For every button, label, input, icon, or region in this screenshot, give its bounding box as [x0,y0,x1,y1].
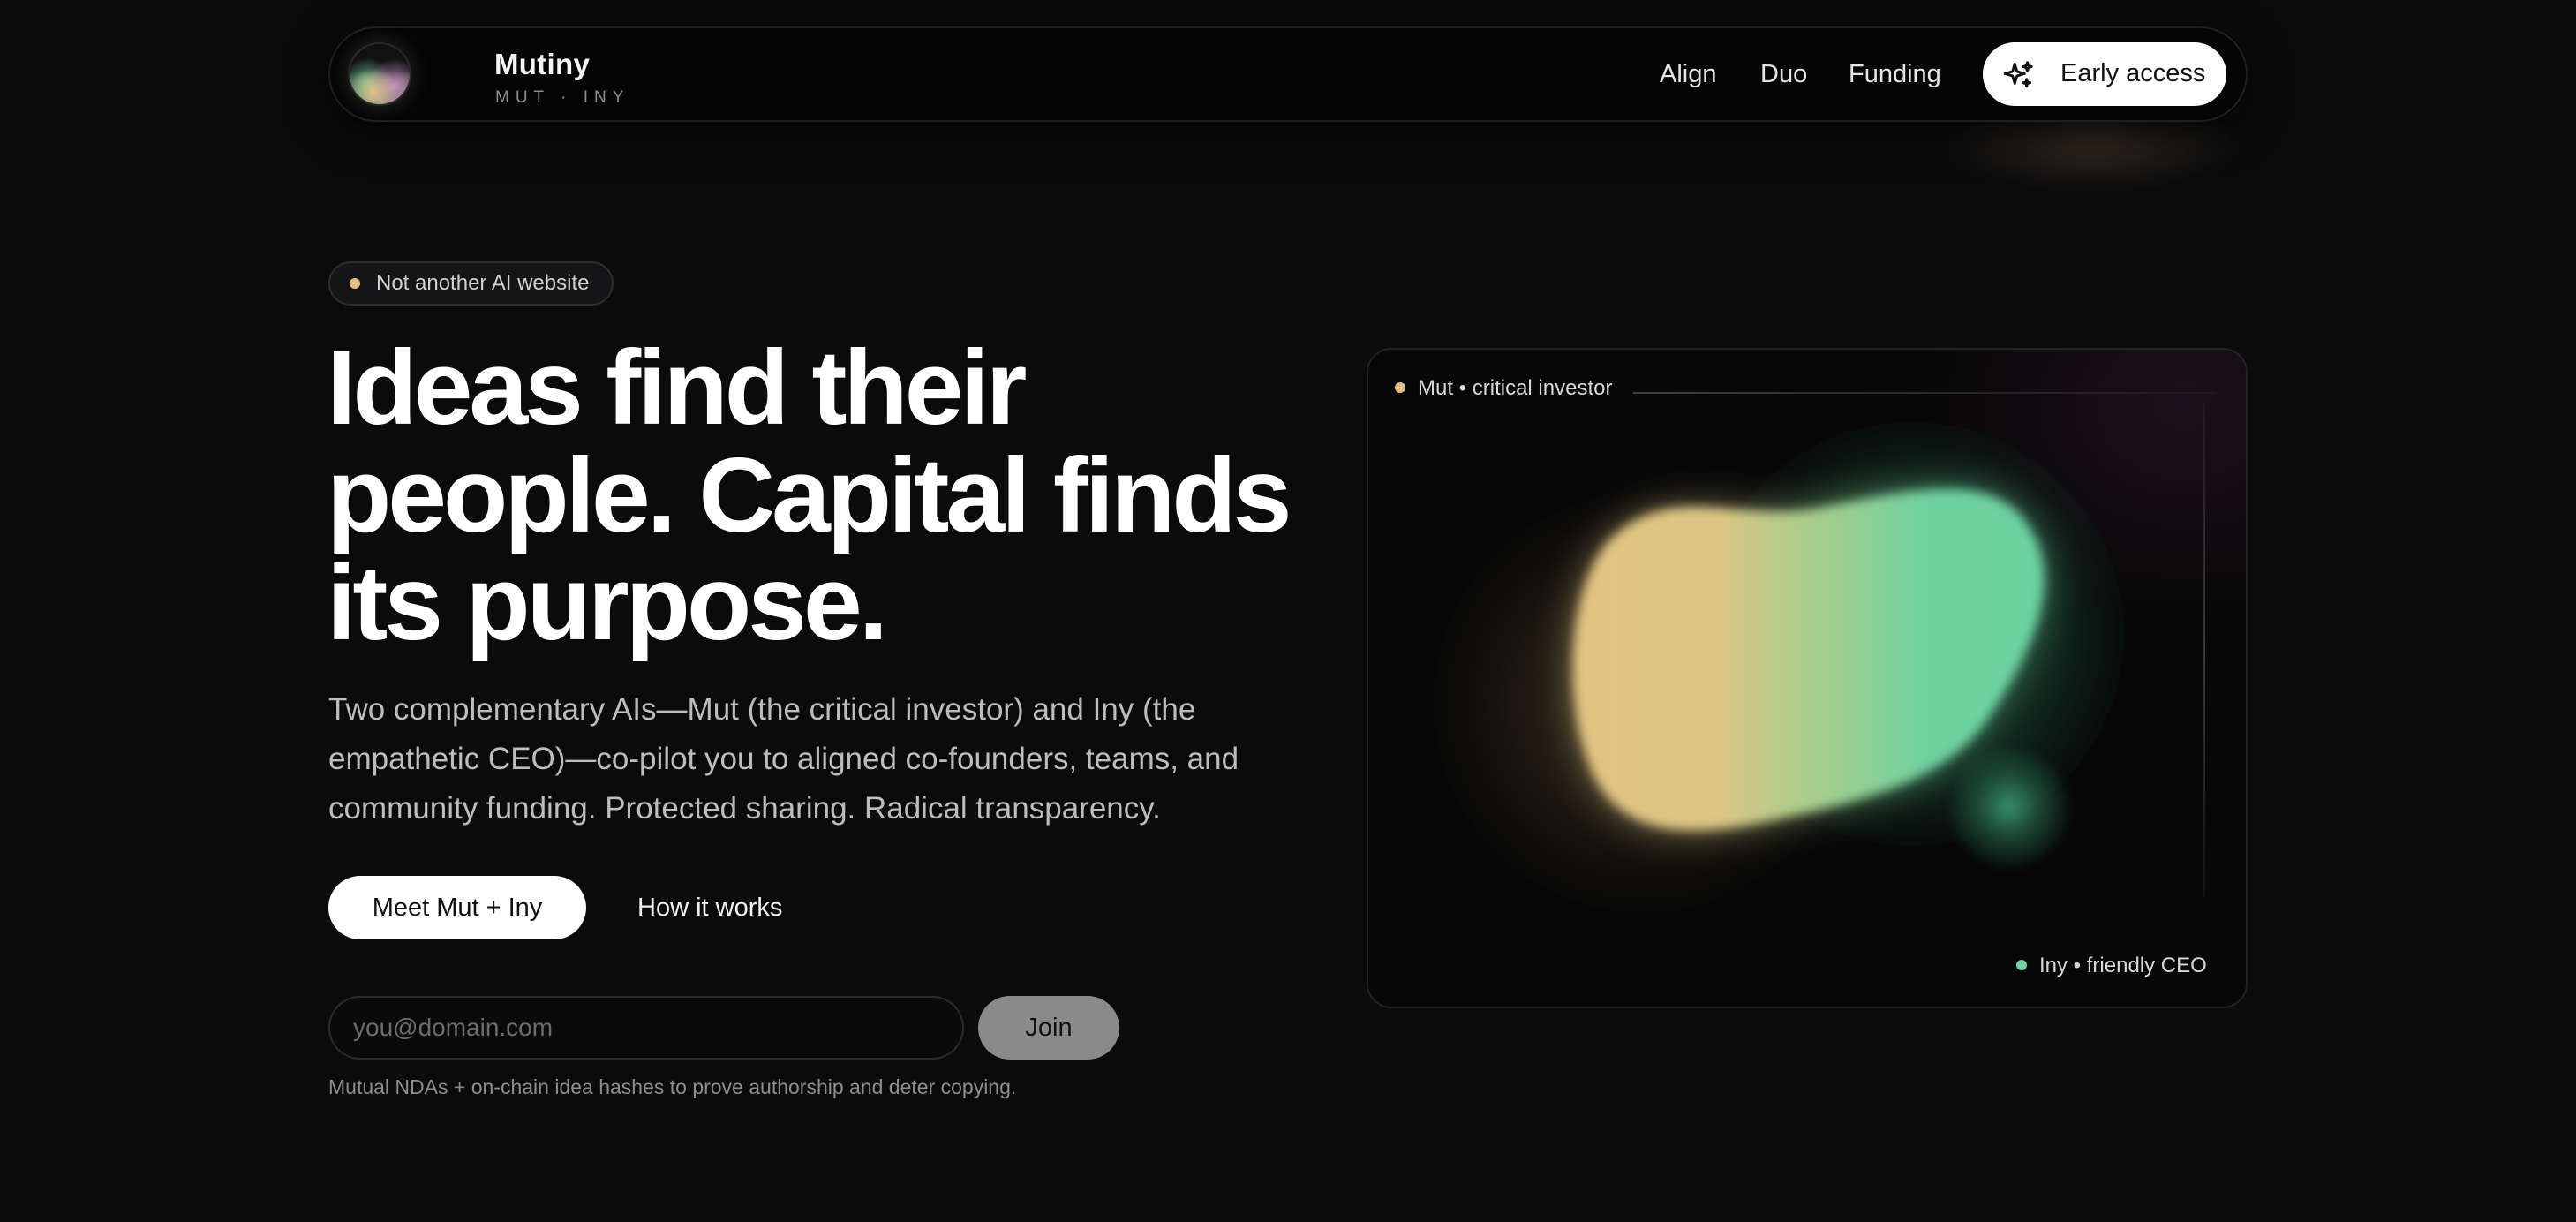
tag-dot-icon [350,278,360,289]
logo-orb-icon[interactable] [350,44,410,104]
top-nav: Mutiny MUT · INY Align Duo Funding Early… [328,26,2248,122]
iny-label-text: Iny • friendly CEO [2039,954,2207,977]
iny-label: Iny • friendly CEO [2016,954,2207,978]
hero-headline: Ideas find their people. Capital finds i… [327,334,1386,657]
how-it-works-link[interactable]: How it works [637,894,782,923]
mut-dot-icon [1395,382,1405,393]
hero-lede: Two complementary AIs—Mut (the critical … [328,692,1239,826]
email-input[interactable] [328,996,964,1060]
mut-label-text: Mut • critical investor [1418,376,1613,400]
headline-line-3: its purpose. [327,544,888,662]
brand-subtitle: MUT · INY [495,88,630,107]
headline-line-1: Ideas find their [327,328,1027,447]
ai-duo-visual-card: Mut • critical investor Iny • friendly C… [1367,348,2248,1008]
early-access-button[interactable]: Early access [1983,42,2226,106]
join-button[interactable]: Join [978,996,1119,1060]
nav-link-duo[interactable]: Duo [1760,60,1807,89]
card-right-line [2203,403,2205,897]
hero-tag-text: Not another AI website [376,271,590,295]
iny-small-orb [1951,749,2068,865]
blob-visual [1434,422,2124,913]
nav-link-funding[interactable]: Funding [1849,60,1941,89]
card-top-line [1633,392,2216,394]
meet-mut-iny-button[interactable]: Meet Mut + Iny [328,876,586,939]
nav-link-align[interactable]: Align [1660,60,1717,89]
headline-line-2: people. Capital finds [327,436,1292,554]
iny-dot-icon [2016,960,2027,970]
early-access-label: Early access [2060,59,2206,87]
mut-label: Mut • critical investor [1395,376,1612,401]
fine-print: Mutual NDAs + on-chain idea hashes to pr… [328,1075,1017,1098]
sparkles-icon [2003,61,2033,88]
hero-tag-badge: Not another AI website [328,261,614,306]
brand-name[interactable]: Mutiny [494,48,590,81]
